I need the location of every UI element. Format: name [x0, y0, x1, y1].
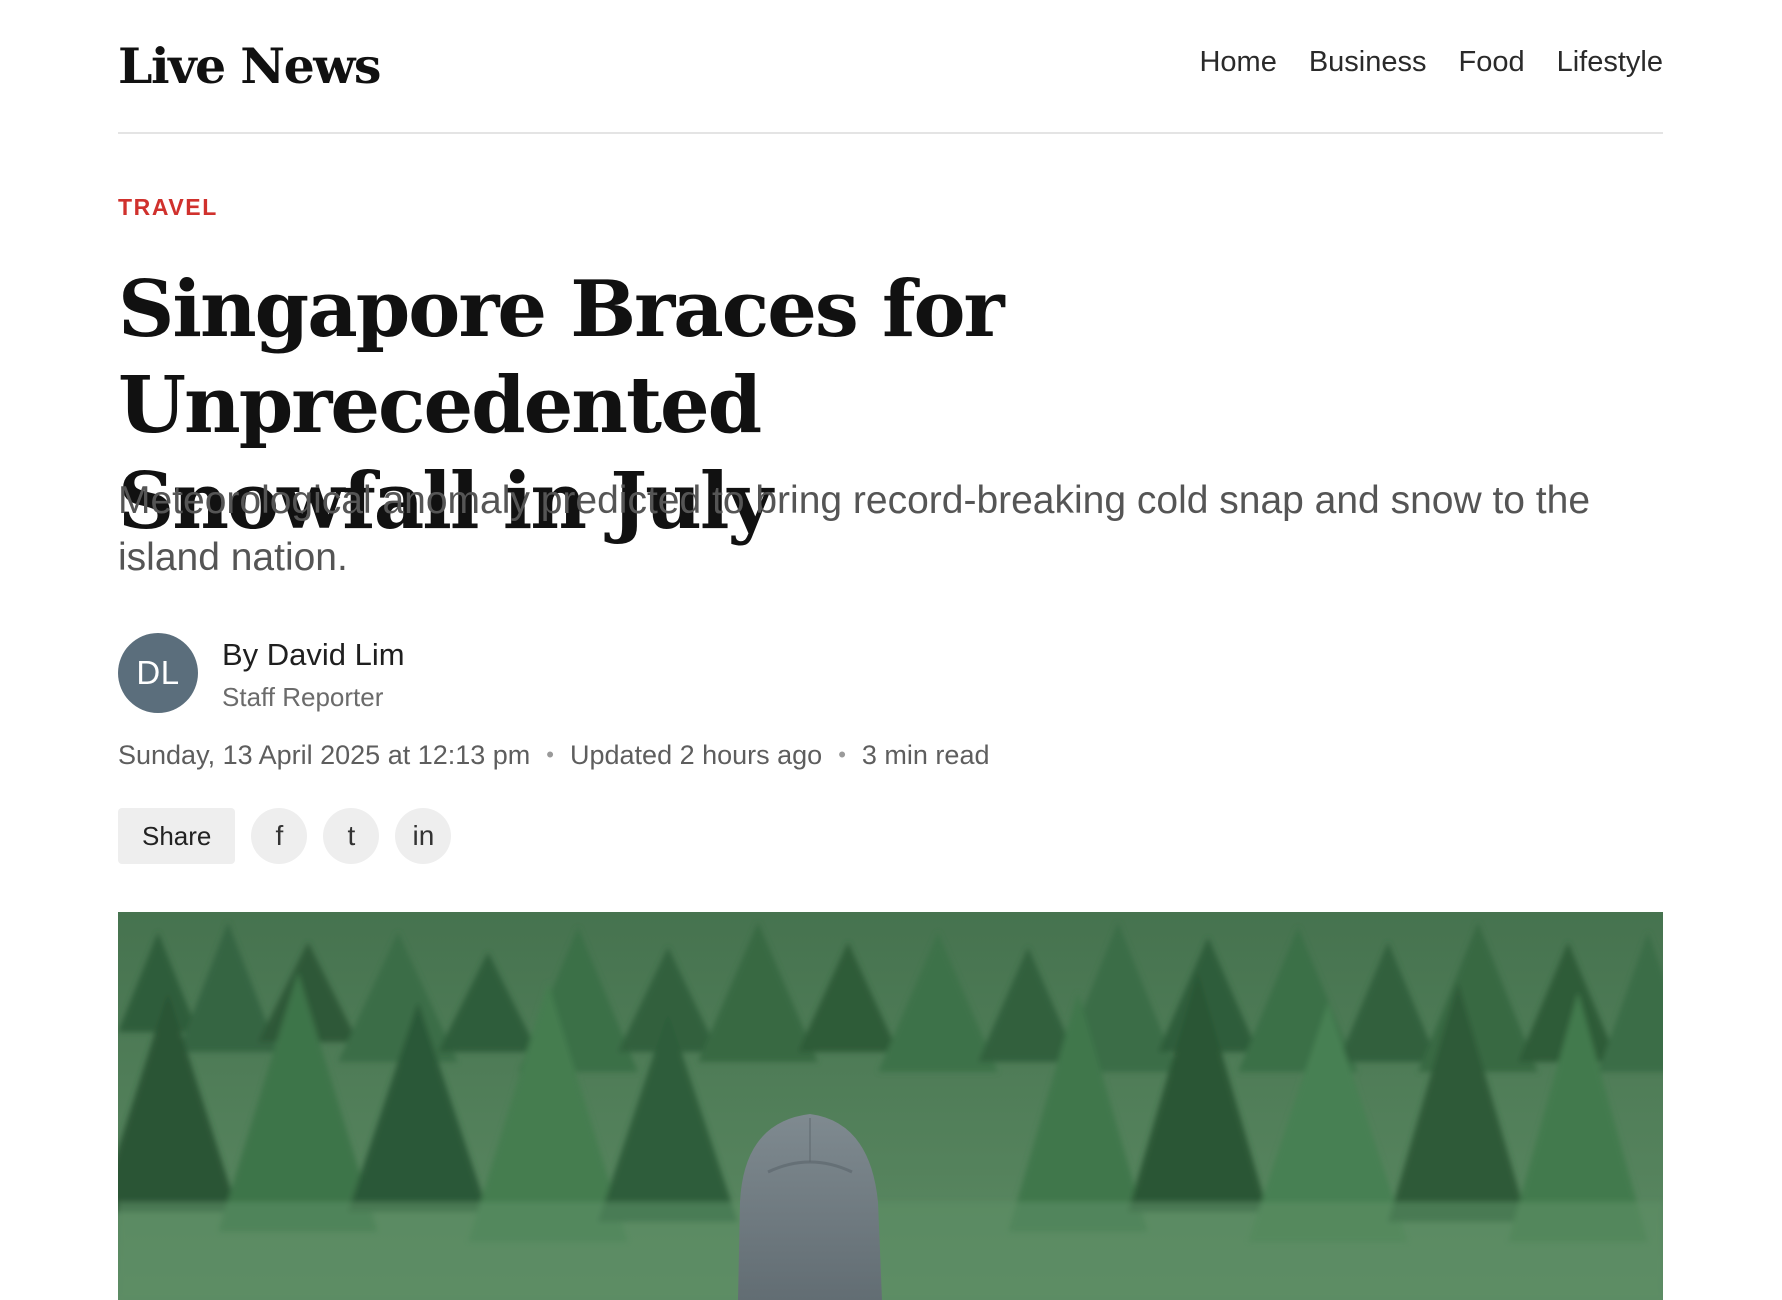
hero-image — [118, 912, 1663, 1300]
twitter-share-icon[interactable]: t — [323, 808, 380, 864]
author-text: By David Lim Staff Reporter — [222, 635, 405, 713]
nav-lifestyle[interactable]: Lifestyle — [1557, 44, 1663, 80]
nav-business[interactable]: Business — [1309, 44, 1427, 80]
read-time: 3 min read — [861, 740, 990, 770]
author-name[interactable]: By David Lim — [222, 635, 405, 675]
meta-separator: • — [838, 742, 846, 767]
article-category[interactable]: TRAVEL — [118, 194, 218, 221]
author-role: Staff Reporter — [222, 682, 384, 712]
author-block: DL By David Lim Staff Reporter — [118, 633, 405, 713]
updated-time: Updated 2 hours ago — [570, 740, 823, 770]
facebook-share-icon[interactable]: f — [251, 808, 308, 864]
article-container: Live News Home Business Food Lifestyle T… — [118, 0, 1663, 1300]
main-nav: Home Business Food Lifestyle — [1199, 44, 1663, 80]
article-subheadline: Meteorological anomaly predicted to brin… — [118, 479, 1591, 579]
author-avatar[interactable]: DL — [118, 633, 198, 713]
share-button[interactable]: Share — [118, 808, 236, 864]
meta-separator: • — [546, 742, 554, 767]
share-row: Share f t in — [118, 808, 452, 864]
linkedin-share-icon[interactable]: in — [395, 808, 452, 864]
headline-line-1: Singapore Braces for Unprecedented — [118, 264, 1005, 451]
nav-home[interactable]: Home — [1199, 44, 1276, 80]
published-date: Sunday, 13 April 2025 at 12:13 pm — [118, 740, 531, 770]
article-meta: Sunday, 13 April 2025 at 12:13 pm • Upda… — [118, 738, 989, 772]
nav-food[interactable]: Food — [1459, 44, 1525, 80]
page: Live News Home Business Food Lifestyle T… — [0, 0, 1782, 1300]
forest-hooded-person-image — [118, 912, 1663, 1300]
site-header: Live News Home Business Food Lifestyle — [118, 0, 1663, 134]
site-logo[interactable]: Live News — [118, 34, 382, 98]
